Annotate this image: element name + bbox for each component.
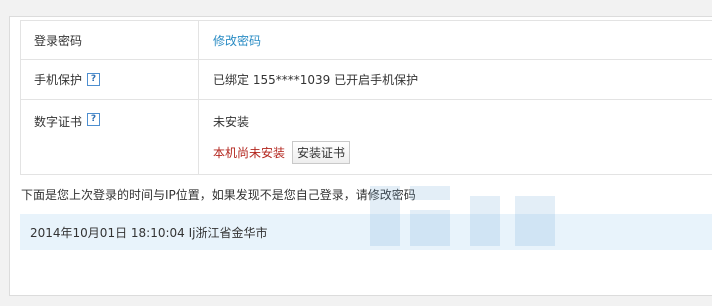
row-login-password: 登录密码 修改密码 [21, 21, 712, 60]
help-icon[interactable]: ? [87, 73, 101, 86]
certificate-action-line: 本机尚未安装 安装证书 [213, 141, 351, 164]
row-phone-protection: 手机保护 ? 已绑定 155****1039 已开启手机保护 [21, 60, 712, 100]
row-label: 登录密码 [21, 21, 199, 59]
last-login-record: 2014年10月01日 18:10:04 Ij浙江省金华市 [30, 225, 268, 240]
phone-protection-label: 手机保护 [34, 73, 83, 87]
row-value: 修改密码 [199, 21, 261, 59]
certificate-status: 未安装 [213, 115, 250, 129]
digital-certificate-label: 数字证书 [34, 115, 83, 129]
login-password-label: 登录密码 [34, 33, 83, 48]
row-digital-certificate: 数字证书 ? 未安装 本机尚未安装 安装证书 [21, 100, 712, 175]
phone-protection-status: 已绑定 155****1039 已开启手机保护 [213, 73, 419, 87]
change-password-link[interactable]: 修改密码 [213, 32, 261, 49]
last-login-record-bar: 2014年10月01日 18:10:04 Ij浙江省金华市 [20, 214, 712, 250]
last-login-note: 下面是您上次登录的时间与IP位置，如果发现不是您自己登录，请修改密码 [21, 188, 416, 202]
security-settings-table: 登录密码 修改密码 手机保护 ? 已绑定 155****1039 已开启手机保护… [20, 20, 712, 175]
help-icon[interactable]: ? [87, 113, 101, 126]
row-value: 未安装 本机尚未安装 安装证书 [199, 100, 351, 174]
certificate-warning: 本机尚未安装 [213, 146, 286, 160]
install-certificate-button[interactable]: 安装证书 [292, 141, 351, 164]
row-label: 数字证书 ? [21, 100, 199, 174]
row-value: 已绑定 155****1039 已开启手机保护 [199, 60, 418, 99]
row-label: 手机保护 ? [21, 60, 199, 99]
